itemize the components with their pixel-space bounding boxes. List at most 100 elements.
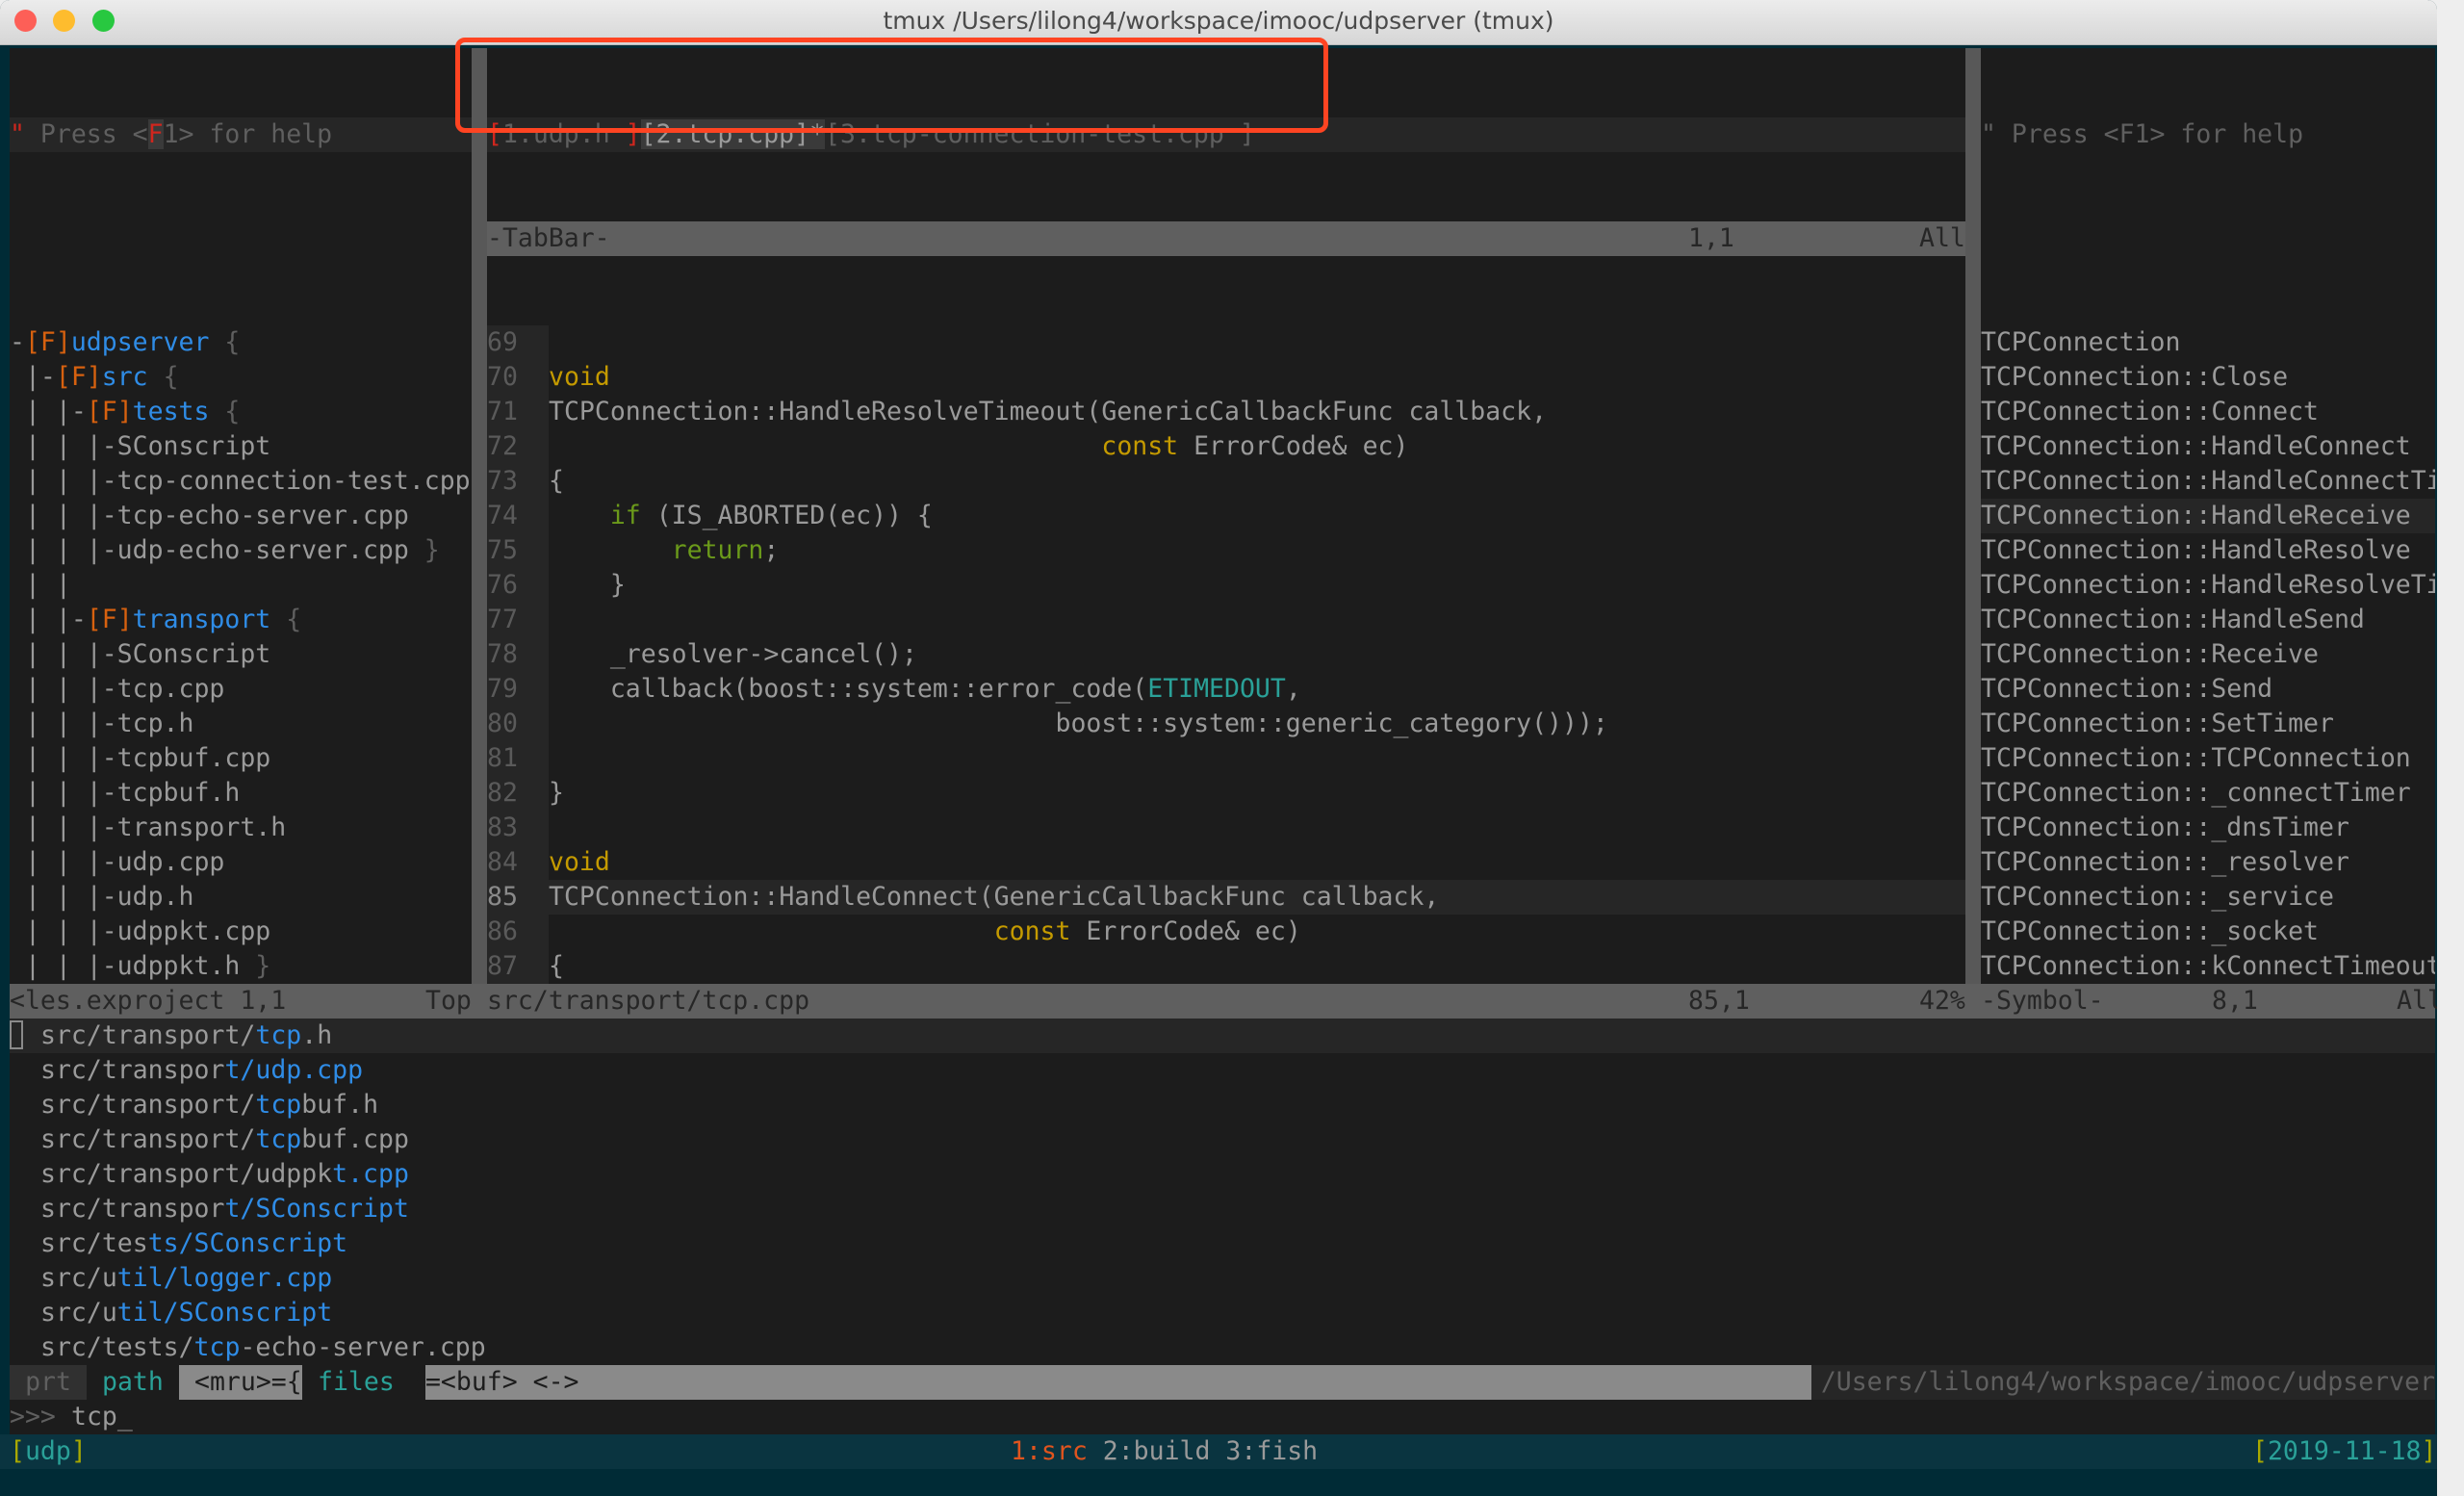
code-line[interactable]: 73{	[487, 464, 1965, 499]
code-line[interactable]: 69	[487, 325, 1965, 360]
ctrlp-match-list[interactable]: src/transport/tcp.h src/transport/udp.cpp…	[10, 1019, 2435, 1365]
code-line[interactable]: 87{	[487, 949, 1965, 984]
project-tree-pane[interactable]: " Press <F1> for help -[F]udpserver { |-…	[10, 48, 472, 984]
tab-1[interactable]: [1:udp.h ]	[487, 119, 641, 149]
text-segment: ErrorCode& ec)	[1070, 916, 1301, 946]
tmux-window-tab[interactable]: 1:src	[1011, 1436, 1088, 1466]
code-line[interactable]: 77	[487, 603, 1965, 637]
text-segment: | | |-tcp-connection-test.cpp	[10, 466, 471, 496]
ctrlp-buf[interactable]: }=<buf> <->	[410, 1365, 579, 1400]
ctrlp-files[interactable]: files	[302, 1365, 425, 1400]
text-segment: | | |-udp-echo-server.cpp	[10, 535, 409, 565]
tree-item[interactable]: | | |-udppkt.cpp	[10, 915, 472, 949]
code-line[interactable]: 78 _resolver->cancel();	[487, 637, 1965, 672]
text-segment: TCPConnection::HandleConnect(GenericCall…	[549, 882, 1440, 912]
tree-item[interactable]: | | |-udp.cpp	[10, 845, 472, 880]
tree-item[interactable]: | |-[F]tests {	[10, 395, 472, 429]
tree-item[interactable]: | | |-udp.h	[10, 880, 472, 915]
help-line: " Press <F1> for help	[1981, 119, 2304, 149]
line-number: 87	[487, 949, 549, 984]
tree-item[interactable]: | | |-tcpbuf.h	[10, 776, 472, 811]
tree-item[interactable]: | | |-tcp.cpp	[10, 672, 472, 707]
tree-item[interactable]: | |	[10, 568, 472, 603]
symbol-item[interactable]: TCPConnection::Send	[1981, 672, 2435, 707]
tab-2[interactable]: [2:tcp.cpp]*	[640, 119, 826, 149]
symbol-status-scroll: All	[2397, 986, 2437, 1016]
tree-item[interactable]: | |-[F]transport {	[10, 603, 472, 637]
code-line[interactable]: 84 void	[487, 845, 1965, 880]
symbol-item[interactable]: TCPConnection::HandleConnectTimeout	[1981, 464, 2435, 499]
symbol-item[interactable]: TCPConnection::Close	[1981, 360, 2435, 395]
ctrlp-match[interactable]: src/transport/SConscript	[10, 1192, 2435, 1226]
symbol-item[interactable]: TCPConnection::_service	[1981, 880, 2435, 915]
tree-item[interactable]: | | |-SConscript	[10, 637, 472, 672]
text-segment: .h	[301, 1020, 333, 1050]
symbol-item[interactable]: TCPConnection::HandleConnect	[1981, 429, 2435, 464]
tree-item[interactable]: |-[F]src {	[10, 360, 472, 395]
code-line[interactable]: 76 }	[487, 568, 1965, 603]
ctrlp-prompt[interactable]: >>> tcp_	[10, 1400, 2435, 1434]
code-line[interactable]: 79 callback(boost::system::error_code(ET…	[487, 672, 1965, 707]
tree-item[interactable]: | | |-tcp-connection-test.cpp	[10, 464, 472, 499]
search-input[interactable]: tcp_	[71, 1400, 133, 1434]
symbol-item[interactable]: TCPConnection::HandleResolveTimeout	[1981, 568, 2435, 603]
ctrlp-match[interactable]: src/transport/udp.cpp	[10, 1053, 2435, 1088]
code-line[interactable]: 75 return;	[487, 533, 1965, 568]
ctrlp-match[interactable]: src/tests/tcp-echo-server.cpp	[10, 1330, 2435, 1365]
line-number: 74	[487, 499, 549, 533]
code-line[interactable]: 74 if (IS_ABORTED(ec)) {	[487, 499, 1965, 533]
line-number: 69	[487, 325, 549, 360]
symbol-item[interactable]: TCPConnection::_socket	[1981, 915, 2435, 949]
code-line[interactable]: 86 const ErrorCode& ec)	[487, 915, 1965, 949]
tree-item[interactable]: | | |-tcp-echo-server.cpp	[10, 499, 472, 533]
line-number: 75	[487, 533, 549, 568]
pane-divider[interactable]	[472, 48, 487, 984]
ctrlp-match[interactable]: src/transport/tcpbuf.cpp	[10, 1122, 2435, 1157]
code-line[interactable]: 71 TCPConnection::HandleResolveTimeout(Ge…	[487, 395, 1965, 429]
symbol-item[interactable]: TCPConnection::_connectTimer	[1981, 776, 2435, 811]
tree-item[interactable]: | | |-udp-echo-server.cpp }	[10, 533, 472, 568]
symbol-item[interactable]: TCPConnection::TCPConnection	[1981, 741, 2435, 776]
help-line: " Press <F1> for help	[10, 117, 472, 152]
tab-3[interactable]: [3:tcp-connection-test.cpp ]	[825, 119, 1255, 149]
tmux-window-tab[interactable]: 2:build	[1103, 1436, 1211, 1466]
tree-item[interactable]: | | |-SConscript	[10, 429, 472, 464]
tree-item[interactable]: | | |-tcp.h	[10, 707, 472, 741]
code-line[interactable]: 83	[487, 811, 1965, 845]
pane-divider[interactable]	[1965, 48, 1981, 984]
symbol-item[interactable]: TCPConnection::Connect	[1981, 395, 2435, 429]
symbol-item[interactable]: TCPConnection::Receive	[1981, 637, 2435, 672]
tree-item[interactable]: | | |-transport.h	[10, 811, 472, 845]
ctrlp-mode-path[interactable]: path	[102, 1365, 164, 1400]
symbol-item[interactable]: TCPConnection::HandleReceive	[1981, 499, 2435, 533]
line-number: 79	[487, 672, 549, 707]
tree-item[interactable]: | | |-tcpbuf.cpp	[10, 741, 472, 776]
ctrlp-match[interactable]: src/transport/udppkt.cpp	[10, 1157, 2435, 1192]
symbol-item[interactable]: TCPConnection::kConnectTimeout	[1981, 949, 2435, 984]
code-line[interactable]: 80 boost::system::generic_category()));	[487, 707, 1965, 741]
symbol-item[interactable]: TCPConnection::_dnsTimer	[1981, 811, 2435, 845]
ctrlp-match[interactable]: src/transport/tcpbuf.h	[10, 1088, 2435, 1122]
ctrlp-mode-prt: prt	[10, 1365, 87, 1400]
code-line[interactable]: 82}	[487, 776, 1965, 811]
ctrlp-match[interactable]: src/tests/SConscript	[10, 1226, 2435, 1261]
tree-item[interactable]: | | |-udppkt.h }	[10, 949, 472, 984]
code-line[interactable]: 72 const ErrorCode& ec)	[487, 429, 1965, 464]
code-line[interactable]: 70 void	[487, 360, 1965, 395]
symbol-item[interactable]: TCPConnection	[1981, 325, 2435, 360]
ctrlp-match[interactable]: src/util/logger.cpp	[10, 1261, 2435, 1296]
symbol-item[interactable]: TCPConnection::HandleSend	[1981, 603, 2435, 637]
symbol-item[interactable]: TCPConnection::_resolver	[1981, 845, 2435, 880]
symbol-item[interactable]: TCPConnection::HandleResolve	[1981, 533, 2435, 568]
editor-pane[interactable]: [1:udp.h ][2:tcp.cpp]*[3:tcp-connection-…	[487, 48, 1965, 984]
ctrlp-match[interactable]: src/util/SConscript	[10, 1296, 2435, 1330]
symbol-pane[interactable]: " Press <F1> for help TCPConnection TCPCo…	[1981, 48, 2435, 984]
tmux-window-tab[interactable]: 3:fish	[1225, 1436, 1318, 1466]
code-line[interactable]: 85 TCPConnection::HandleConnect(GenericCa…	[487, 880, 1965, 915]
symbol-item[interactable]: TCPConnection::SetTimer	[1981, 707, 2435, 741]
tree-item[interactable]: -[F]udpserver {	[10, 325, 472, 360]
code-line[interactable]: 81	[487, 741, 1965, 776]
ctrlp-mru[interactable]: <mru>={	[194, 1365, 302, 1400]
text-segment: }	[240, 951, 271, 981]
ctrlp-match[interactable]: src/transport/tcp.h	[10, 1019, 2435, 1053]
